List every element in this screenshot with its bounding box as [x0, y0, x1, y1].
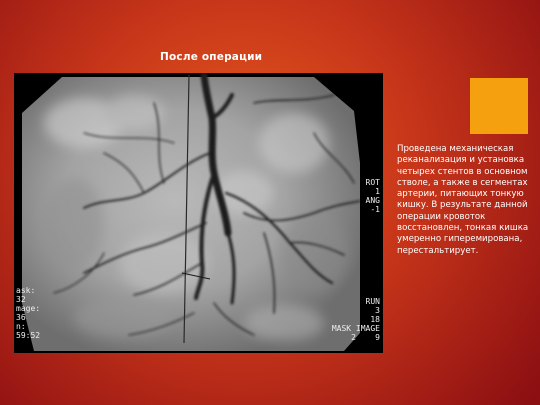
overlay-label: ANG [365, 196, 380, 205]
overlay-label: RUN [365, 297, 380, 306]
overlay-label: 32 [16, 295, 26, 304]
overlay-label: ROT [365, 178, 380, 187]
overlay-label: -1 [370, 205, 380, 214]
overlay-label: n: [16, 322, 26, 331]
accent-box [470, 78, 528, 134]
slide-title: После операции [160, 51, 263, 63]
overlay-label: mage: [16, 304, 41, 313]
overlay-label: 2 9 [351, 333, 380, 342]
overlay-label: 36 [16, 313, 26, 322]
overlay-label: 59:52 [16, 331, 41, 340]
slide-background: После операции ROT 1 ANG -1 ask: 32 mage… [0, 0, 540, 405]
angiogram-mask-labels: ask: 32 mage: 36 n: 59:52 [16, 286, 40, 340]
angiogram-image: ROT 1 ANG -1 ask: 32 mage: 36 n: 59:52 RUN 3 18 MAS… [14, 73, 383, 353]
angiogram-picture [14, 73, 383, 353]
overlay-label: MASK IMAGE [331, 324, 380, 333]
overlay-label: 1 [375, 187, 380, 196]
angiogram-rotation-labels: ROT 1 ANG -1 [366, 178, 380, 214]
overlay-label: ask: [16, 286, 36, 295]
angiogram-run-labels: RUN 3 18 MASK IMAGE 2 9 [332, 297, 380, 342]
overlay-label: 18 [370, 315, 380, 324]
overlay-label: 3 [375, 306, 380, 315]
slide-description: Проведена механическая реканализация и у… [397, 144, 529, 256]
